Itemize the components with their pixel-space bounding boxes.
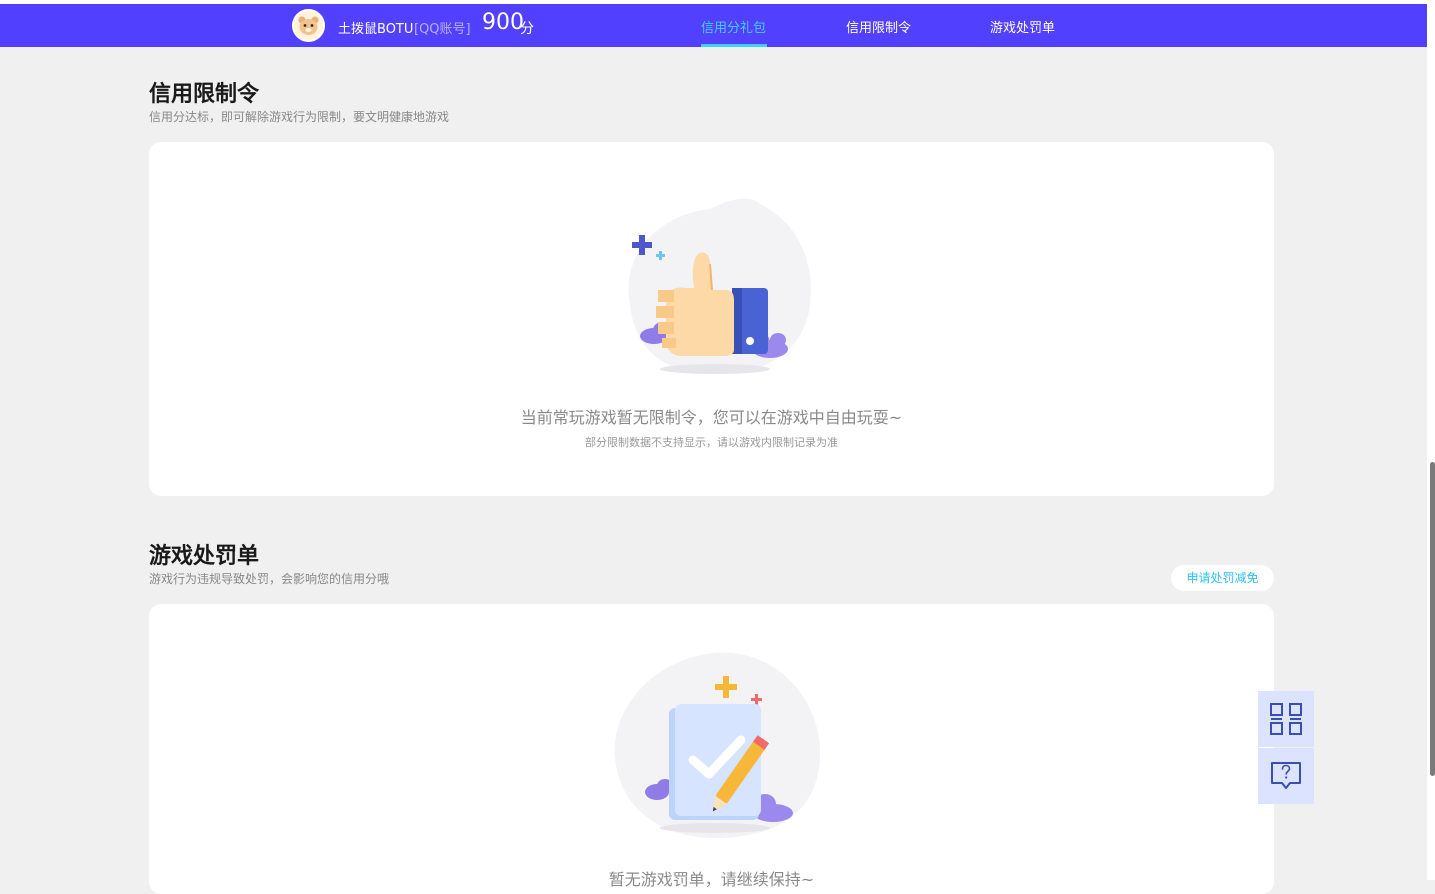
restriction-empty-note: 部分限制数据不支持显示，请以游戏内限制记录为准 — [585, 436, 838, 449]
credit-score-unit: 分 — [520, 21, 534, 37]
checklist-illustration — [614, 652, 820, 838]
help-chat-icon — [1271, 762, 1301, 789]
penalty-card: 暂无游戏罚单，请继续保持~ — [149, 604, 1274, 894]
avatar-image — [294, 11, 323, 40]
active-tab-indicator — [701, 44, 767, 47]
penalty-empty-message: 暂无游戏罚单，请继续保持~ — [608, 870, 815, 889]
apply-penalty-reduction-button[interactable]: 申请处罚减免 — [1171, 565, 1274, 591]
username: 土拨鼠BOTU — [338, 22, 414, 37]
restriction-section-title: 信用限制令 — [149, 82, 260, 107]
qr-code-icon — [1270, 703, 1302, 735]
penalty-section-title: 游戏处罚单 — [149, 544, 260, 569]
tab-credit-restriction[interactable]: 信用限制令 — [846, 17, 911, 36]
qr-code-button[interactable] — [1258, 691, 1314, 747]
tab-game-penalty[interactable]: 游戏处罚单 — [990, 17, 1055, 36]
tab-credit-gift[interactable]: 信用分礼包 — [701, 17, 766, 36]
restriction-card: 当前常玩游戏暂无限制令，您可以在游戏中自由玩耍~ 部分限制数据不支持显示，请以游… — [149, 142, 1274, 496]
restriction-empty-message: 当前常玩游戏暂无限制令，您可以在游戏中自由玩耍~ — [520, 408, 903, 427]
help-feedback-button[interactable] — [1258, 748, 1314, 804]
avatar[interactable] — [292, 9, 325, 42]
account-type: [QQ账号] — [414, 22, 471, 37]
credit-score: 900 — [482, 10, 524, 35]
scrollbar-thumb[interactable] — [1430, 462, 1435, 776]
restriction-section-subtitle: 信用分达标，即可解除游戏行为限制，要文明健康地游戏 — [149, 110, 450, 124]
thumbs-up-illustration — [628, 198, 811, 375]
top-nav-bar: 土拨鼠BOTU [QQ账号] 900 分 信用分礼包 信用限制令 游戏处罚单 — [0, 4, 1427, 47]
penalty-section-subtitle: 游戏行为违规导致处罚，会影响您的信用分哦 — [149, 572, 390, 586]
